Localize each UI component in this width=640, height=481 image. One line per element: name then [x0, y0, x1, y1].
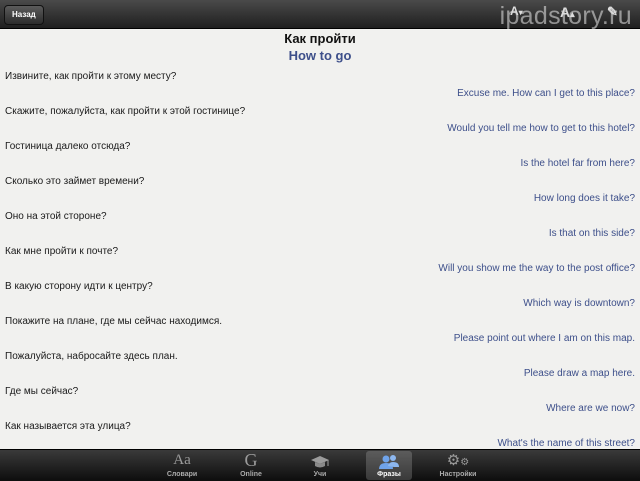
phrase-ru: Как мне пройти к почте?	[5, 246, 119, 257]
tab-online[interactable]: G Online	[228, 451, 274, 480]
phrase-en: Is that on this side?	[548, 228, 635, 239]
phrase-item[interactable]: Как мне пройти к почте? Will you show me…	[0, 246, 640, 281]
phrase-ru: В какую сторону идти к центру?	[5, 281, 153, 292]
phrase-en: Please draw a map here.	[523, 368, 635, 379]
google-icon: G	[244, 450, 258, 470]
phrase-en: Where are we now?	[546, 403, 635, 414]
phrase-item[interactable]: Как называется эта улица? What's the nam…	[0, 421, 640, 448]
tab-settings[interactable]: ⚙⚙ Настройки	[435, 451, 481, 480]
edit-icon[interactable]: ✎	[607, 4, 618, 22]
phrase-item[interactable]: Оно на этой стороне? Is that on this sid…	[0, 211, 640, 246]
tab-dictionaries[interactable]: Aa Словари	[159, 451, 205, 480]
phrase-item[interactable]: Скажите, пожалуйста, как пройти к этой г…	[0, 106, 640, 141]
phrase-en: Excuse me. How can I get to this place?	[457, 88, 635, 99]
tab-bar: Aa Словари G Online Учи Фразы ⚙⚙ Настрой…	[0, 449, 640, 481]
tab-label: Настройки	[439, 471, 477, 478]
people-icon	[366, 451, 412, 470]
font-size-large-icon[interactable]: A▴	[560, 4, 575, 22]
phrase-ru: Как называется эта улица?	[5, 421, 131, 432]
tab-label: Фразы	[377, 471, 401, 478]
phrase-item[interactable]: Где мы сейчас? Where are we now?	[0, 386, 640, 421]
page-subtitle: How to go	[288, 48, 352, 63]
tab-label: Учи	[313, 471, 327, 478]
graduation-cap-icon	[297, 451, 343, 470]
page-title: Как пройти	[284, 31, 356, 46]
phrase-item[interactable]: Пожалуйста, набросайте здесь план. Pleas…	[0, 351, 640, 386]
phrase-item[interactable]: Сколько это займет времени? How long doe…	[0, 176, 640, 211]
dictionary-icon: Aa	[173, 452, 191, 468]
phrase-en: What's the name of this street?	[497, 438, 635, 448]
tab-phrases[interactable]: Фразы	[366, 451, 412, 480]
phrase-ru: Гостиница далеко отсюда?	[5, 141, 131, 152]
tab-learn[interactable]: Учи	[297, 451, 343, 480]
phrase-en: Which way is downtown?	[523, 298, 635, 309]
tab-label: Online	[240, 471, 262, 478]
font-size-small-icon[interactable]: A▾	[510, 4, 523, 22]
phrase-ru: Извините, как пройти к этому месту?	[5, 71, 177, 82]
phrase-en: Would you tell me how to get to this hot…	[447, 123, 635, 134]
phrase-item[interactable]: Извините, как пройти к этому месту? Excu…	[0, 71, 640, 106]
phrase-ru: Оно на этой стороне?	[5, 211, 107, 222]
phrase-ru: Покажите на плане, где мы сейчас находим…	[5, 316, 223, 327]
phrase-item[interactable]: Гостиница далеко отсюда? Is the hotel fa…	[0, 141, 640, 176]
phrase-item[interactable]: В какую сторону идти к центру? Which way…	[0, 281, 640, 316]
gears-icon: ⚙⚙	[446, 451, 470, 469]
phrase-en: Is the hotel far from here?	[520, 158, 635, 169]
phrase-ru: Где мы сейчас?	[5, 386, 79, 397]
phrase-en: Will you show me the way to the post off…	[438, 263, 635, 274]
phrase-item[interactable]: Покажите на плане, где мы сейчас находим…	[0, 316, 640, 351]
phrase-list: Как пройти How to go Извините, как пройт…	[0, 29, 640, 448]
phrase-en: Please point out where I am on this map.	[453, 333, 635, 344]
phrase-ru: Скажите, пожалуйста, как пройти к этой г…	[5, 106, 246, 117]
phrase-en: How long does it take?	[533, 193, 635, 204]
phrase-ru: Пожалуйста, набросайте здесь план.	[5, 351, 178, 362]
phrase-ru: Сколько это займет времени?	[5, 176, 145, 187]
back-button[interactable]: Назад	[4, 5, 44, 25]
tab-label: Словари	[166, 471, 198, 478]
top-toolbar: Назад ipadstory.ru A▾ A▴ ✎	[0, 0, 640, 30]
